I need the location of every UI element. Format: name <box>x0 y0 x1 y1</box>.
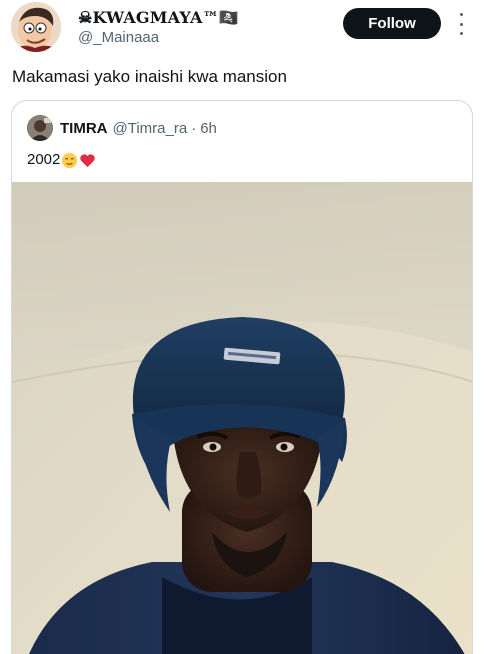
author-handle[interactable]: @_Mainaaa <box>78 29 239 47</box>
quoted-handle[interactable]: @Timra_ra <box>113 120 188 137</box>
quoted-text-content: 2002 <box>27 151 61 168</box>
quoted-timestamp[interactable]: 6h <box>200 120 217 137</box>
more-dot <box>459 13 463 16</box>
quoted-author-avatar[interactable] <box>27 115 53 141</box>
quoted-text: 2002 <box>27 150 96 170</box>
more-vertical-icon[interactable] <box>455 13 467 35</box>
cartoon-character-avatar-icon <box>11 2 61 52</box>
author-display-name[interactable]: ☠KWAGMAYA™🏴‍☠️ <box>78 8 239 28</box>
relieved-face-emoji-icon <box>62 152 78 168</box>
quoted-media-photo[interactable] <box>12 182 472 654</box>
quoted-display-name[interactable]: TIMRA <box>60 120 108 137</box>
profile-photo-icon <box>27 115 53 141</box>
quoted-tweet[interactable]: TIMRA @Timra_ra · 6h 2002 <box>11 100 473 654</box>
quoted-tweet-header: TIMRA @Timra_ra · 6h <box>27 115 217 141</box>
more-dot <box>459 22 463 26</box>
follow-button[interactable]: Follow <box>343 8 441 39</box>
author-avatar[interactable] <box>11 2 61 52</box>
tweet-header: ☠KWAGMAYA™🏴‍☠️ @_Mainaaa Follow <box>0 0 484 60</box>
more-dot <box>459 32 463 35</box>
red-heart-emoji-icon <box>80 153 96 167</box>
selfie-photo-image <box>12 182 472 654</box>
separator-dot: · <box>191 119 197 137</box>
tweet-text: Makamasi yako inaishi kwa mansion <box>12 67 287 86</box>
author-name-block: ☠KWAGMAYA™🏴‍☠️ @_Mainaaa <box>78 8 239 47</box>
